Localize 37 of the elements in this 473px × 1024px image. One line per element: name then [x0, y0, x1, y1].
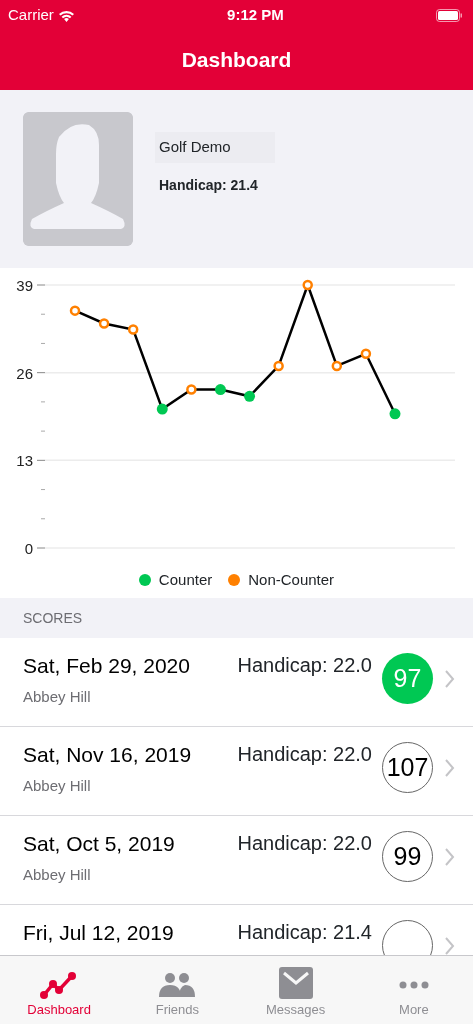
nav-title: Dashboard: [180, 47, 293, 74]
avatar-icon: [23, 112, 133, 246]
axis-label: 26: [16, 364, 33, 382]
tab-item[interactable]: Dashboard: [0, 956, 119, 1024]
chevron-icon: [443, 848, 457, 866]
score-date: Sat, Feb 29, 2020: [23, 653, 190, 679]
wifi-icon: [57, 8, 75, 22]
battery-icon: [436, 8, 463, 22]
score-date: Sat, Oct 5, 2019: [23, 831, 175, 857]
score-handicap: Handicap: 22.0: [237, 831, 372, 856]
score-row[interactable]: Sat, Nov 16, 2019 Abbey Hill Handicap: 22.0 107: [0, 727, 473, 816]
axis-label: 0: [24, 540, 33, 557]
score-row[interactable]: Sat, Feb 29, 2020 Abbey Hill Handicap: 22.0 97: [0, 638, 473, 727]
course-name: Abbey Hill: [23, 686, 92, 707]
envelope-icon: [277, 966, 314, 1000]
profile-handicap: Handicap: 21.4: [159, 175, 259, 195]
people-icon: [157, 970, 198, 1000]
profile-name: Golf Demo: [155, 132, 275, 163]
course-name: Abbey Hill: [23, 775, 92, 796]
axis-label: 13: [16, 452, 33, 470]
chevron-icon: [443, 759, 457, 777]
carrier-text: Carrier: [8, 4, 54, 25]
section-header: SCORES: [0, 598, 473, 638]
score-date: Sat, Nov 16, 2019: [23, 742, 192, 768]
score-badge: 97: [382, 653, 433, 704]
score-handicap: Handicap: 22.0: [237, 742, 372, 767]
axis-label: 39: [16, 277, 33, 294]
status-time: 9:12 PM: [226, 4, 285, 25]
legend-label: Counter: [158, 569, 213, 590]
chevron-icon: [443, 670, 457, 688]
more-icon: [398, 981, 429, 989]
score-date: Fri, Jul 12, 2019: [23, 920, 174, 946]
score-handicap: Handicap: 22.0: [237, 653, 372, 678]
course-name: Abbey Hill: [23, 864, 92, 885]
score-handicap: Handicap: 21.4: [237, 920, 372, 945]
legend-label: Non-Counter: [248, 569, 335, 590]
score-row[interactable]: Sat, Oct 5, 2019 Abbey Hill Handicap: 22.0 99: [0, 816, 473, 905]
